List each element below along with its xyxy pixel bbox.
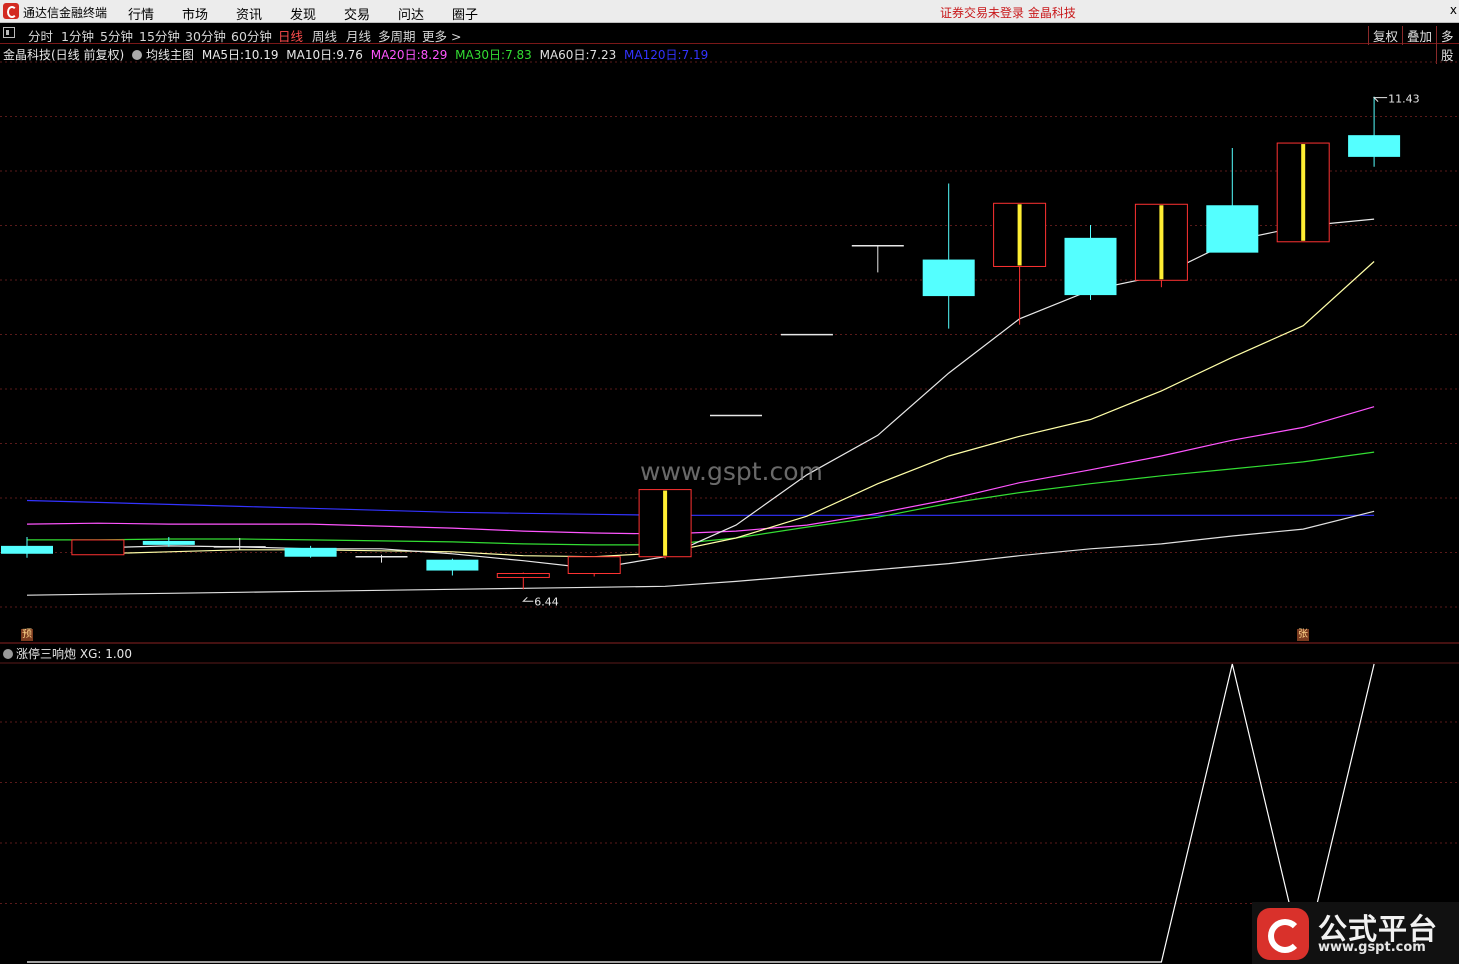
candle-body xyxy=(426,559,479,571)
ma10-line xyxy=(97,261,1375,558)
limit-up-bar xyxy=(1159,205,1164,280)
limit-up-bar xyxy=(663,490,668,556)
ma5-legend: MA5日:10.19 xyxy=(202,48,279,62)
ma60-label: MA60日: xyxy=(539,48,590,62)
ma10-label: MA10日: xyxy=(286,48,337,62)
ma5-value: 10.19 xyxy=(244,48,279,62)
stock-name: 金晶科技(日线 前复权) xyxy=(3,48,125,62)
limit-up-bar xyxy=(1301,144,1306,241)
ma30-value: 7.83 xyxy=(505,48,532,62)
high-arrow xyxy=(1372,97,1388,103)
brand-url: www.gspt.com xyxy=(1318,940,1426,955)
ma30-legend: MA30日:7.83 xyxy=(455,48,532,62)
chevron-down-icon[interactable] xyxy=(3,649,13,659)
ma120-value: 7.19 xyxy=(681,48,709,62)
candle-body xyxy=(1348,135,1401,157)
candle-body xyxy=(284,547,337,557)
high-label: 11.43 xyxy=(1388,93,1420,106)
indicator-settings-icon[interactable] xyxy=(132,50,143,60)
xg-line xyxy=(27,663,1375,963)
gspt-logo-icon xyxy=(1257,908,1309,960)
low-label: 6.44 xyxy=(534,595,559,608)
limit-up-tag[interactable]: 张 xyxy=(1297,629,1309,641)
ma120-label: MA120日: xyxy=(624,48,682,62)
ma120-legend: MA120日:7.19 xyxy=(624,48,708,62)
ma20-label: MA20日: xyxy=(370,48,421,62)
forecast-tag[interactable]: 预 xyxy=(21,629,33,641)
candle-body xyxy=(1,545,53,554)
low-arrow xyxy=(522,596,534,602)
ma60-value: 7.23 xyxy=(589,48,617,62)
indicator-name[interactable]: 均线主图 xyxy=(146,48,194,62)
candle-body xyxy=(1064,237,1117,296)
ma60-legend: MA60日:7.23 xyxy=(540,48,617,62)
ma10-value: 9.76 xyxy=(336,48,363,62)
brand-logo: 公式平台 www.gspt.com xyxy=(1252,902,1459,964)
candle-body xyxy=(496,573,550,578)
candle-body xyxy=(71,539,125,556)
ma120-line xyxy=(26,499,1375,516)
ma20-value: 8.29 xyxy=(420,48,448,62)
ma5-label: MA5日: xyxy=(201,48,245,62)
sub-indicator-legend: 涨停三响炮 XG: 1.00 xyxy=(3,645,132,662)
xg-label: XG: xyxy=(79,647,102,661)
ma30-label: MA30日: xyxy=(455,48,506,62)
ma20-legend: MA20日:8.29 xyxy=(371,48,448,62)
candle-body xyxy=(922,259,975,297)
xg-value: 1.00 xyxy=(105,647,132,661)
candle-body xyxy=(567,556,621,575)
candle-body xyxy=(1206,205,1259,253)
main-legend: 金晶科技(日线 前复权) 均线主图 MA5日:10.19 MA10日:9.76 … xyxy=(3,46,712,63)
limit-up-bar xyxy=(1017,204,1022,266)
sub-indicator-name[interactable]: 涨停三响炮 xyxy=(16,647,76,661)
candle-body xyxy=(142,540,195,545)
ma10-legend: MA10日:9.76 xyxy=(286,48,363,62)
watermark: www.gspt.com xyxy=(640,457,823,486)
